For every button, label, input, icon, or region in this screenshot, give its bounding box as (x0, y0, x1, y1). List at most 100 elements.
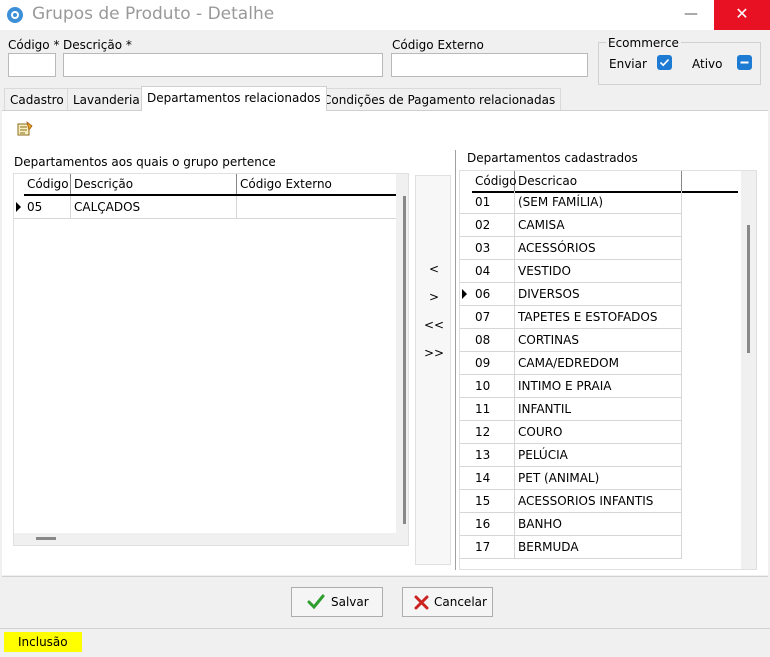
right-grid: Código Descricao 01 (SEM FAMÍLIA) 02 CAMISA… (459, 170, 757, 570)
list-item[interactable]: 09 CAMA/EDREDOM (460, 352, 682, 375)
list-item[interactable]: 01 (SEM FAMÍLIA) (460, 191, 682, 214)
col-descricao-header[interactable]: Descrição (71, 174, 237, 194)
edit-list-icon[interactable] (16, 121, 34, 137)
cell-descricao: PET (ANIMAL) (515, 467, 682, 489)
close-button[interactable]: ✕ (714, 0, 770, 30)
cell-descricao: BANHO (515, 513, 682, 535)
tab-condicoes-pagamento[interactable]: Condições de Pagamento relacionadas (317, 88, 562, 110)
list-item[interactable]: 13 PELÚCIA (460, 444, 682, 467)
list-item[interactable]: 10 INTIMO E PRAIA (460, 375, 682, 398)
table-row[interactable]: 05 CALÇADOS (14, 196, 396, 219)
right-scrollbar-thumb[interactable] (747, 225, 750, 353)
list-item[interactable]: 08 CORTINAS (460, 329, 682, 352)
cell-codigo: 14 (472, 467, 515, 489)
bottom-divider (2, 576, 768, 577)
ecommerce-title: Ecommerce (606, 36, 681, 50)
left-scrollbar-thumb[interactable] (403, 196, 406, 524)
cell-codigo: 13 (472, 444, 515, 466)
save-label: Salvar (331, 595, 369, 609)
tab-departamentos-relacionados[interactable]: Departamentos relacionados (141, 86, 327, 111)
status-badge: Inclusão (4, 632, 82, 652)
cell-descricao: COURO (515, 421, 682, 443)
move-left-button[interactable]: < (420, 262, 448, 276)
codigo-externo-label: Código Externo (392, 38, 484, 52)
list-item[interactable]: 12 COURO (460, 421, 682, 444)
cancel-button[interactable]: Cancelar (402, 587, 493, 617)
cancel-label: Cancelar (434, 595, 487, 609)
left-grid-header: Código Descrição Código Externo (24, 174, 396, 196)
col-codigo-header[interactable]: Código (472, 171, 517, 191)
minimize-button[interactable]: — (668, 0, 714, 30)
cell-descricao: INFANTIL (515, 398, 682, 420)
list-item[interactable]: 11 INFANTIL (460, 398, 682, 421)
status-bar (0, 628, 770, 657)
col-codigo-header[interactable]: Código (24, 174, 71, 194)
list-item[interactable]: 04 VESTIDO (460, 260, 682, 283)
cell-codigo: 15 (472, 490, 515, 512)
left-grid-title: Departamentos aos quais o grupo pertence (14, 155, 276, 169)
move-all-right-button[interactable]: >> (420, 346, 448, 360)
enviar-label: Enviar (609, 57, 647, 71)
list-item[interactable]: 02 CAMISA (460, 214, 682, 237)
cell-descricao: TAPETES E ESTOFADOS (515, 306, 682, 328)
cell-descricao: CAMA/EDREDOM (515, 352, 682, 374)
codigo-input[interactable] (8, 53, 56, 77)
cell-codigo: 12 (472, 421, 515, 443)
save-button[interactable]: Salvar (291, 587, 383, 617)
cell-codigo: 04 (472, 260, 515, 282)
x-icon (414, 595, 429, 610)
cell-descricao: PELÚCIA (515, 444, 682, 466)
enviar-checkbox[interactable] (657, 55, 672, 70)
cell-descricao: CAMISA (515, 214, 682, 236)
check-icon (659, 59, 670, 67)
cell-descricao: ACESSORIOS INFANTIS (515, 490, 682, 512)
list-item[interactable]: 17 BERMUDA (460, 536, 682, 559)
window-title: Grupos de Produto - Detalhe (32, 4, 275, 24)
descricao-label: Descrição * (63, 38, 132, 52)
ativo-checkbox[interactable] (737, 55, 752, 70)
row-indicator-icon (462, 289, 467, 299)
list-item[interactable]: 16 BANHO (460, 513, 682, 536)
descricao-input[interactable] (63, 53, 383, 77)
cell-descricao: VESTIDO (515, 260, 682, 282)
cell-codigo: 03 (472, 237, 515, 259)
col-descricao-header[interactable]: Descricao (515, 171, 682, 191)
cell-codigo: 17 (472, 536, 515, 558)
left-hscrollbar-track[interactable] (14, 533, 396, 545)
codigo-externo-input[interactable] (391, 53, 588, 77)
codigo-label: Código * (8, 38, 60, 52)
cell-descricao: BERMUDA (515, 536, 682, 558)
app-icon (7, 7, 23, 23)
list-item[interactable]: 06 DIVERSOS (460, 283, 682, 306)
cell-codigo: 10 (472, 375, 515, 397)
move-all-left-button[interactable]: << (420, 318, 448, 332)
cell-codigo: 08 (472, 329, 515, 351)
cell-descricao: (SEM FAMÍLIA) (515, 191, 682, 213)
list-item[interactable]: 03 ACESSÓRIOS (460, 237, 682, 260)
indeterminate-icon (740, 61, 749, 64)
list-item[interactable]: 15 ACESSORIOS INFANTIS (460, 490, 682, 513)
cell-descricao: DIVERSOS (515, 283, 682, 305)
list-item[interactable]: 07 TAPETES E ESTOFADOS (460, 306, 682, 329)
cell-descricao: ACESSÓRIOS (515, 237, 682, 259)
cell-codigo: 16 (472, 513, 515, 535)
cell-codigo-externo (237, 196, 396, 218)
right-scrollbar-track[interactable] (741, 171, 756, 569)
left-hscrollbar-thumb[interactable] (36, 537, 56, 540)
cell-codigo: 11 (472, 398, 515, 420)
move-right-button[interactable]: > (420, 290, 448, 304)
row-indicator-icon (16, 202, 21, 212)
right-grid-header: Código Descricao (472, 171, 738, 193)
cell-codigo: 09 (472, 352, 515, 374)
cell-codigo: 07 (472, 306, 515, 328)
list-item[interactable]: 14 PET (ANIMAL) (460, 467, 682, 490)
cell-descricao: INTIMO E PRAIA (515, 375, 682, 397)
tab-cadastro[interactable]: Cadastro (4, 88, 70, 110)
left-scrollbar-track[interactable] (396, 174, 408, 545)
left-grid: Código Descrição Código Externo 05 CALÇA… (13, 173, 409, 546)
title-bar: Grupos de Produto - Detalhe — ✕ (0, 0, 770, 30)
tab-lavanderia[interactable]: Lavanderia (67, 88, 146, 110)
col-codigo-externo-header[interactable]: Código Externo (237, 174, 396, 194)
cell-codigo: 06 (472, 283, 515, 305)
splitter[interactable] (455, 150, 456, 570)
